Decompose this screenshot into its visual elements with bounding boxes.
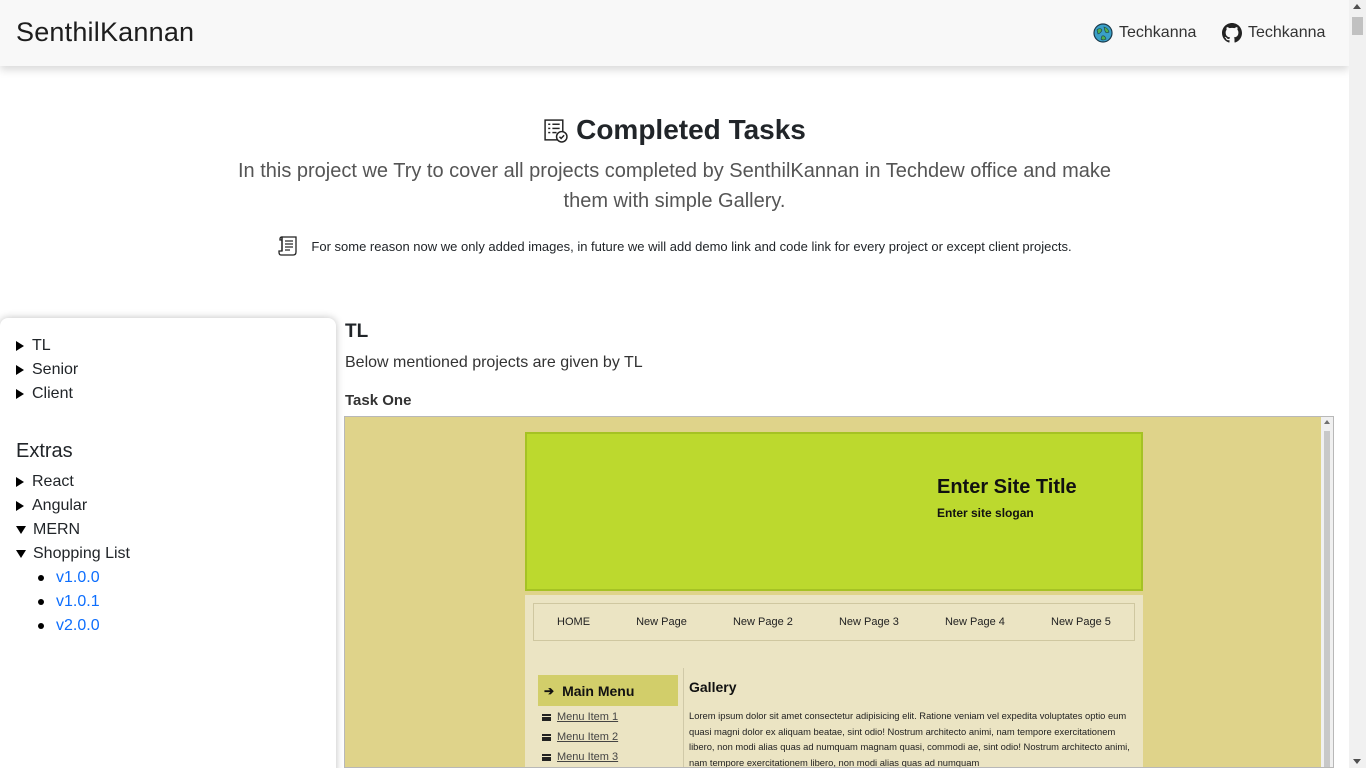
section-description: Below mentioned projects are given by TL: [345, 354, 643, 371]
tree-item-label: Senior: [32, 361, 79, 378]
extras-tree: React Angular MERN Shopping List: [16, 470, 130, 566]
preview-nav-item: HOME: [557, 616, 591, 628]
tree-item-mern[interactable]: MERN: [16, 518, 130, 542]
expand-triangle-icon[interactable]: [16, 365, 24, 375]
page-title-text: Completed Tasks: [576, 114, 806, 145]
sidebar: TL Senior Client Extras React Angular ME…: [0, 318, 336, 768]
scroll-down-arrow-icon[interactable]: [1353, 759, 1361, 764]
preview-site-body: HOME New Page New Page 2 New Page 3 New …: [525, 595, 1143, 768]
preview-scrollbar-thumb: [1324, 431, 1330, 767]
page: SenthilKannan Techkanna Techkanna Comple…: [0, 0, 1366, 768]
version-item: v2.0.0: [38, 614, 100, 638]
preview-site-nav: HOME New Page New Page 2 New Page 3 New …: [533, 603, 1135, 641]
preview-menu-item: Menu Item 1: [542, 707, 618, 727]
main-content: TL Below mentioned projects are given by…: [345, 318, 643, 409]
preview-menu-list: Menu Item 1 Menu Item 2 Menu Item 3: [542, 707, 618, 767]
tree-item-tl[interactable]: TL: [16, 334, 78, 358]
preview-main-menu-label: Main Menu: [562, 682, 635, 699]
group-tree: TL Senior Client: [16, 334, 78, 406]
bullet-icon: [38, 599, 44, 605]
preview-divider: [683, 668, 684, 767]
preview-menu-link: Menu Item 2: [557, 731, 619, 743]
brand-title[interactable]: SenthilKannan: [16, 17, 194, 48]
version-item: v1.0.0: [38, 566, 100, 590]
version-link[interactable]: v2.0.0: [56, 614, 100, 638]
arrow-right-icon: ➔: [544, 683, 555, 698]
techkanna-website-label: Techkanna: [1119, 24, 1197, 41]
expand-triangle-icon[interactable]: [16, 501, 24, 511]
list-bars-icon: [542, 713, 551, 721]
page-title: Completed Tasks: [0, 114, 1349, 146]
preview-site-slogan: Enter site slogan: [937, 506, 1034, 520]
preview-gallery-title: Gallery: [689, 679, 737, 695]
tree-item-label: TL: [32, 337, 51, 354]
task-title: Task One: [345, 392, 412, 409]
bullet-icon: [38, 575, 44, 581]
section-heading: TL: [345, 321, 369, 342]
tree-item-label: Client: [32, 385, 73, 402]
checklist-icon: [544, 118, 568, 143]
scrollbar-thumb[interactable]: [1352, 17, 1363, 35]
preview-nav-item: New Page 5: [1051, 616, 1111, 628]
info-note: For some reason now we only added images…: [0, 234, 1349, 258]
preview-menu-item: Menu Item 2: [542, 727, 618, 747]
task-preview-image: Enter Site Title Enter site slogan HOME …: [344, 416, 1334, 768]
tree-item-client[interactable]: Client: [16, 382, 78, 406]
preview-site-header: Enter Site Title Enter site slogan: [525, 432, 1143, 591]
preview-menu-item: Menu Item 3: [542, 747, 618, 767]
preview-site-title: Enter Site Title: [937, 476, 1077, 498]
expand-triangle-icon[interactable]: [16, 341, 24, 351]
globe-icon: [1093, 23, 1113, 43]
list-bars-icon: [542, 733, 551, 741]
tree-item-label: MERN: [33, 521, 81, 538]
tree-item-react[interactable]: React: [16, 470, 130, 494]
tree-item-angular[interactable]: Angular: [16, 494, 130, 518]
top-navbar: SenthilKannan Techkanna Techkanna: [0, 0, 1349, 66]
preview-main-menu: ➔ Main Menu: [538, 675, 678, 706]
preview-menu-link: Menu Item 1: [557, 711, 619, 723]
collapse-triangle-icon[interactable]: [16, 550, 26, 558]
preview-scrollbar: [1321, 417, 1333, 767]
github-icon: [1222, 23, 1242, 43]
preview-gallery-text: Lorem ipsum dolor sit amet consectetur a…: [689, 710, 1130, 768]
version-item: v1.0.1: [38, 590, 100, 614]
preview-nav-item: New Page 2: [732, 616, 793, 628]
preview-nav-item: New Page 3: [838, 616, 899, 628]
info-note-text: For some reason now we only added images…: [311, 238, 1072, 254]
hero-lead-text: In this project we Try to cover all proj…: [237, 160, 1112, 212]
techkanna-website-link[interactable]: Techkanna: [1093, 23, 1196, 43]
tree-item-shopping-list[interactable]: Shopping List: [16, 542, 130, 566]
version-link[interactable]: v1.0.1: [56, 590, 100, 614]
scroll-document-icon: [278, 236, 298, 256]
scroll-up-arrow-icon: [1324, 420, 1330, 424]
shopping-list-versions: v1.0.0 v1.0.1 v2.0.0: [38, 566, 100, 638]
version-link[interactable]: v1.0.0: [56, 566, 100, 590]
preview-nav-item: New Page: [636, 616, 687, 628]
bullet-icon: [38, 623, 44, 629]
scroll-up-arrow-icon[interactable]: [1353, 4, 1361, 9]
tree-item-label: Angular: [32, 497, 88, 514]
collapse-triangle-icon[interactable]: [16, 526, 26, 534]
tree-item-senior[interactable]: Senior: [16, 358, 78, 382]
page-scrollbar[interactable]: [1349, 0, 1366, 768]
techkanna-github-label: Techkanna: [1248, 24, 1326, 41]
preview-site: Enter Site Title Enter site slogan HOME …: [525, 432, 1143, 768]
list-bars-icon: [542, 753, 551, 761]
extras-heading: Extras: [16, 440, 73, 462]
preview-menu-link: Menu Item 3: [557, 751, 619, 763]
tree-item-label: Shopping List: [33, 545, 130, 562]
expand-triangle-icon[interactable]: [16, 477, 24, 487]
techkanna-github-link[interactable]: Techkanna: [1222, 23, 1325, 43]
preview-nav-item: New Page 4: [944, 616, 1005, 628]
tree-item-label: React: [32, 473, 74, 490]
expand-triangle-icon[interactable]: [16, 389, 24, 399]
hero-section: Completed Tasks In this project we Try t…: [0, 100, 1349, 258]
